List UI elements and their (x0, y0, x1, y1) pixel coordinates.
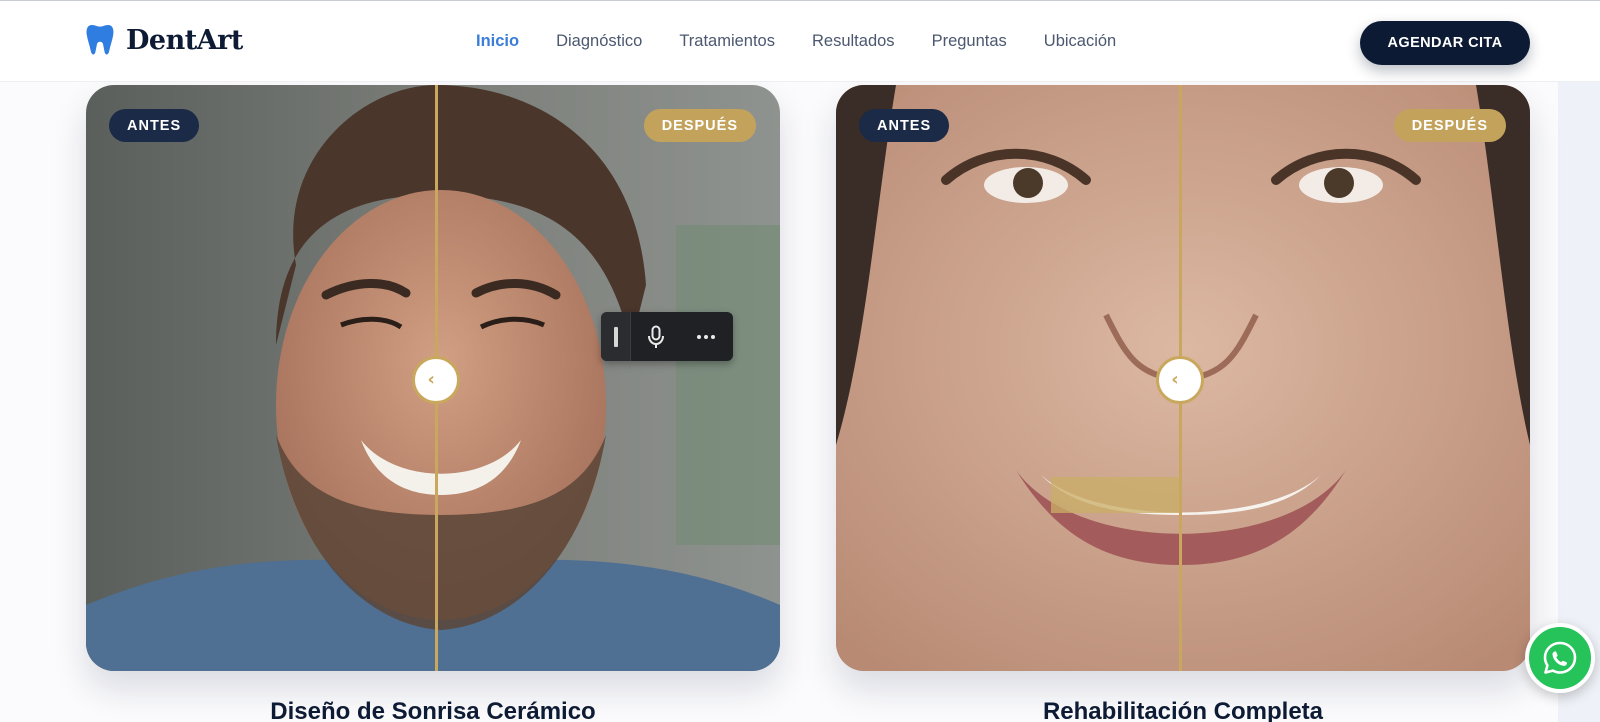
more-options-icon (697, 334, 715, 339)
case-title-1: Diseño de Sonrisa Cerámico (270, 698, 596, 722)
nav-item-ubicacion[interactable]: Ubicación (1044, 32, 1116, 51)
logo[interactable]: DentArt (86, 23, 243, 57)
microphone-button[interactable] (631, 312, 681, 361)
before-badge: ANTES (109, 109, 200, 142)
microphone-icon (648, 325, 664, 348)
drag-handle-icon[interactable] (601, 312, 631, 361)
nav-item-tratamientos[interactable]: Tratamientos (679, 32, 775, 51)
comparison-slider-handle[interactable]: ‹ (1156, 356, 1205, 404)
before-after-card-1: ANTES DESPUÉS ‹ (86, 85, 780, 671)
arrow-left-icon: ‹ (427, 369, 435, 390)
nav-item-resultados[interactable]: Resultados (812, 32, 895, 51)
tooth-logo-icon (86, 25, 114, 55)
whatsapp-icon (1543, 641, 1577, 674)
whatsapp-button[interactable] (1525, 623, 1595, 693)
nav-item-preguntas[interactable]: Preguntas (932, 32, 1007, 51)
after-badge: DESPUÉS (643, 109, 756, 142)
site-header: DentArt Inicio Diagnóstico Tratamientos … (0, 1, 1600, 82)
logo-text: DentArt (126, 24, 243, 56)
window-top-border (0, 0, 1600, 1)
arrow-left-icon: ‹ (1171, 369, 1179, 390)
before-badge: ANTES (859, 109, 950, 142)
more-options-button[interactable] (681, 312, 731, 361)
main-nav: Inicio Diagnóstico Tratamientos Resultad… (476, 32, 1153, 51)
after-badge: DESPUÉS (1393, 109, 1506, 142)
before-after-card-2: ANTES DESPUÉS ‹ (836, 85, 1530, 671)
case-title-2: Rehabilitación Completa (1042, 698, 1324, 722)
voice-input-toolbar (601, 312, 733, 361)
nav-item-inicio[interactable]: Inicio (476, 32, 519, 51)
agendar-cita-button[interactable]: AGENDAR CITA (1360, 21, 1530, 65)
nav-item-diagnostico[interactable]: Diagnóstico (556, 32, 642, 51)
